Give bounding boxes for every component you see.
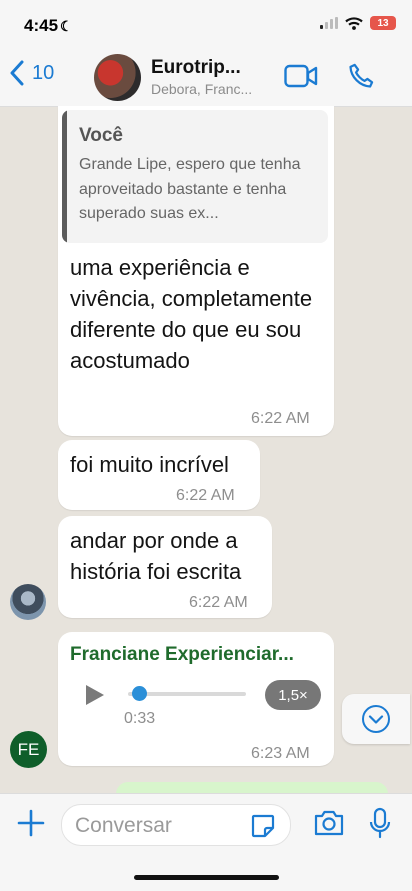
status-time: 4:45 ☾ xyxy=(24,16,73,35)
message-text: uma experiência e vivência, completament… xyxy=(70,255,313,373)
message-text: foi muito incrível xyxy=(70,452,229,477)
microphone-button[interactable] xyxy=(368,807,392,844)
sender-avatar[interactable]: FE xyxy=(10,731,47,768)
system-icons: 13 xyxy=(320,16,396,30)
unread-count: 10 xyxy=(32,61,55,84)
home-indicator xyxy=(134,875,279,880)
play-button[interactable] xyxy=(84,683,106,712)
message-timestamp: 6:23 AM xyxy=(251,745,310,762)
battery-indicator: 13 xyxy=(370,16,396,30)
moon-icon: ☾ xyxy=(60,18,73,34)
message-timestamp: 6:22 AM xyxy=(251,410,310,427)
quoted-reply[interactable]: Você Grande Lipe, espero que tenha aprov… xyxy=(62,110,328,243)
camera-icon xyxy=(314,810,344,836)
chevron-down-circle-icon xyxy=(362,705,390,733)
plus-icon xyxy=(17,809,45,837)
attach-button[interactable] xyxy=(16,808,46,843)
chat-participants[interactable]: Debora, Franc... xyxy=(151,81,252,97)
quote-accent-bar xyxy=(62,110,67,243)
video-camera-icon xyxy=(284,64,318,88)
voice-call-button[interactable] xyxy=(347,62,375,95)
audio-duration: 0:33 xyxy=(124,710,156,727)
video-call-button[interactable] xyxy=(284,64,318,93)
cellular-signal-icon xyxy=(320,17,338,29)
message-timestamp: 6:22 AM xyxy=(176,487,235,504)
chat-header: 4:45 ☾ 13 10 Eurotrip... Debora, Franc... xyxy=(0,0,412,107)
playback-speed-button[interactable]: 1,5× xyxy=(265,680,321,710)
sticker-icon xyxy=(251,814,275,838)
group-avatar[interactable] xyxy=(94,54,141,101)
message-timestamp: 6:22 AM xyxy=(189,594,248,611)
scroll-to-bottom-button[interactable] xyxy=(342,694,410,744)
back-button[interactable]: 10 xyxy=(10,60,54,86)
wifi-icon xyxy=(345,16,363,30)
sender-name[interactable]: Franciane Experienciar... xyxy=(70,644,294,666)
phone-icon xyxy=(349,63,374,88)
chat-title[interactable]: Eurotrip... xyxy=(151,57,241,79)
sticker-button[interactable] xyxy=(250,813,276,844)
message-text: andar por onde a história foi escrita xyxy=(70,528,242,584)
quote-author: Você xyxy=(79,125,124,146)
play-icon xyxy=(86,685,104,705)
microphone-icon xyxy=(369,807,391,839)
sender-avatar[interactable] xyxy=(10,584,46,620)
camera-button[interactable] xyxy=(313,809,345,842)
quote-text: Grande Lipe, espero que tenha aproveitad… xyxy=(79,156,301,222)
composer-bar: Conversar xyxy=(0,793,412,891)
chevron-left-icon xyxy=(10,60,24,86)
message-input-placeholder: Conversar xyxy=(75,814,172,837)
